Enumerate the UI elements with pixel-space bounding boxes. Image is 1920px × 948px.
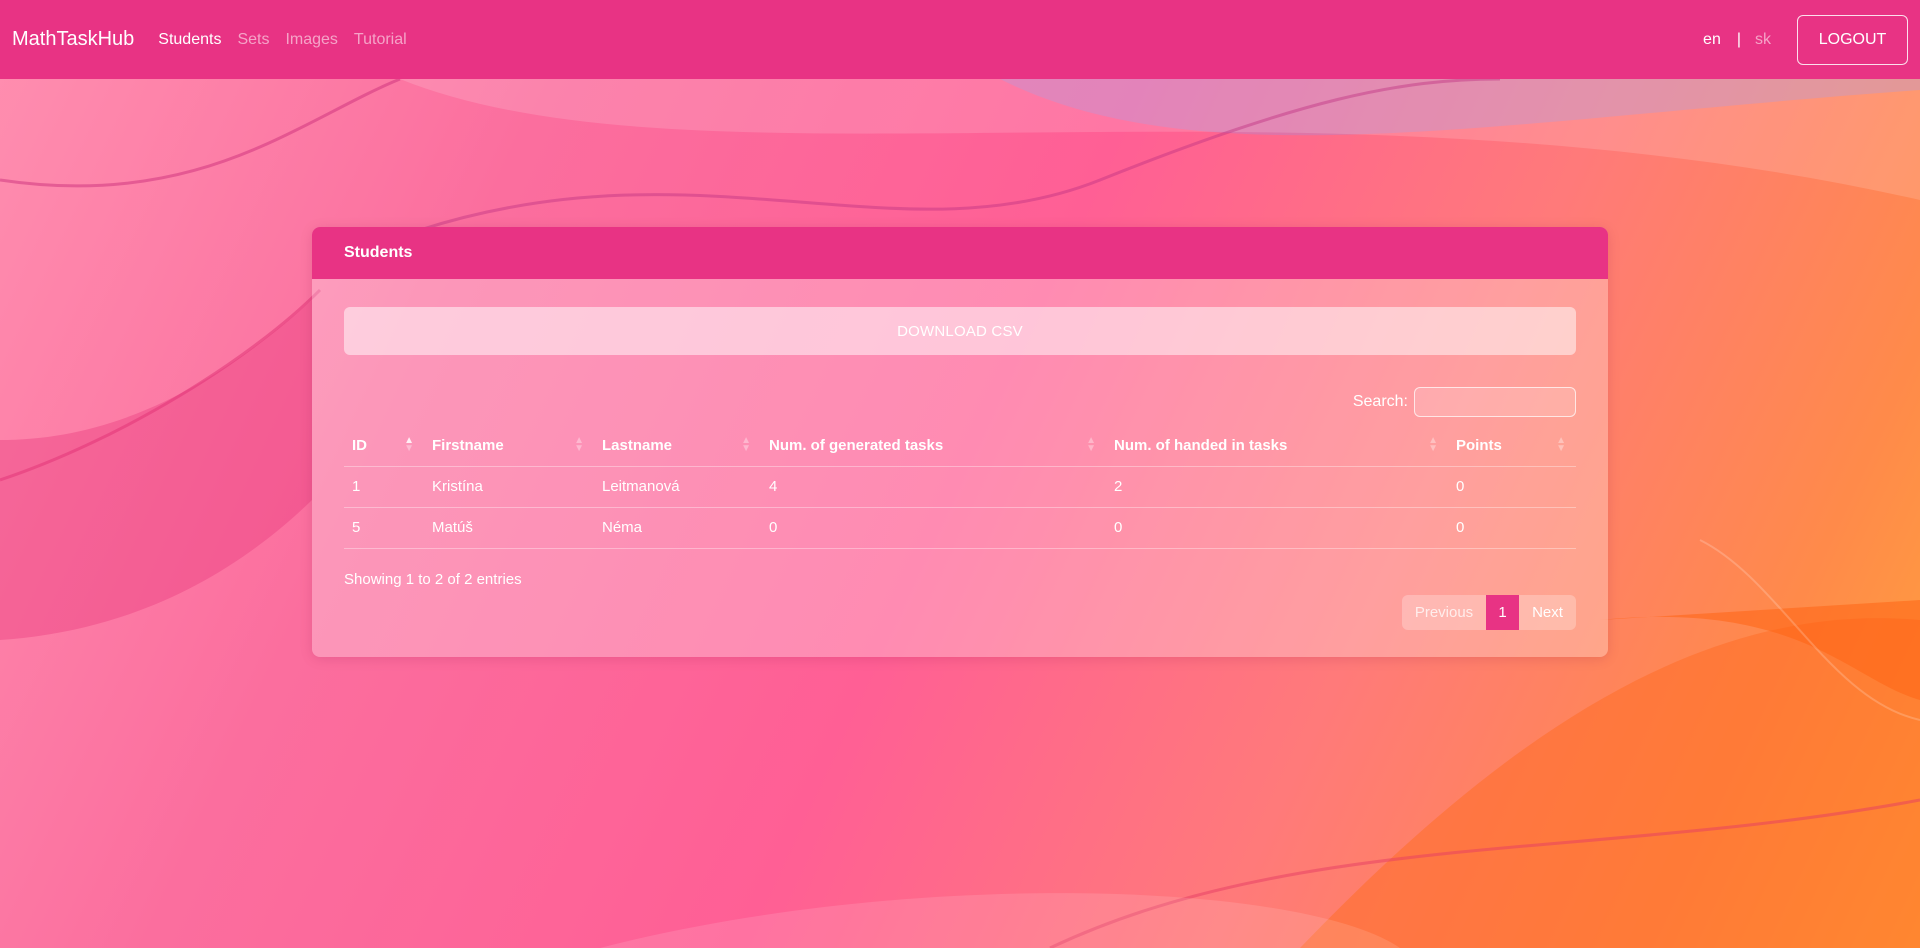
cell-generated-tasks: 4 xyxy=(761,466,1106,508)
pagination-previous-button[interactable]: Previous xyxy=(1402,595,1486,630)
table-row: 5 Matúš Néma 0 0 0 xyxy=(344,507,1576,549)
lang-sk[interactable]: sk xyxy=(1755,31,1771,49)
lang-en[interactable]: en xyxy=(1703,31,1721,49)
cell-handed-in-tasks: 2 xyxy=(1106,466,1448,508)
cell-id: 5 xyxy=(344,507,424,549)
top-navbar: MathTaskHub Students Sets Images Tutoria… xyxy=(0,0,1920,79)
nav-students[interactable]: Students xyxy=(158,31,221,49)
column-header-lastname[interactable]: Lastname ▲ ▼ xyxy=(594,425,761,467)
nav-tutorial[interactable]: Tutorial xyxy=(354,31,407,49)
entries-info: Showing 1 to 2 of 2 entries xyxy=(344,570,522,588)
cell-firstname: Matúš xyxy=(424,507,594,549)
students-table: ID ▲ ▼ Firstname ▲ ▼ Lastname ▲ ▼ Num. of g… xyxy=(344,425,1576,549)
search-label: Search: xyxy=(1352,393,1408,410)
cell-lastname: Leitmanová xyxy=(594,466,761,508)
brand-logo[interactable]: MathTaskHub xyxy=(12,28,134,51)
search-input[interactable] xyxy=(1414,387,1576,417)
column-label: ID xyxy=(352,436,367,454)
lang-separator: | xyxy=(1736,30,1741,48)
column-label: Firstname xyxy=(432,436,504,454)
table-row: 1 Kristína Leitmanová 4 2 0 xyxy=(344,466,1576,508)
download-csv-button[interactable]: DOWNLOAD CSV xyxy=(344,307,1576,355)
column-header-firstname[interactable]: Firstname ▲ ▼ xyxy=(424,425,594,467)
cell-firstname: Kristína xyxy=(424,466,594,508)
sort-icon: ▲ ▼ xyxy=(574,435,584,454)
pagination: Previous 1 Next xyxy=(1402,594,1576,630)
students-card: Students DOWNLOAD CSV Search: ID ▲ ▼ Firs… xyxy=(312,227,1608,657)
sort-icon: ▲ ▼ xyxy=(1428,435,1438,454)
sort-asc-icon: ▲ ▼ xyxy=(404,435,414,454)
card-body: DOWNLOAD CSV Search: ID ▲ ▼ Firstname ▲ ▼ xyxy=(312,307,1608,649)
sort-icon: ▲ ▼ xyxy=(1086,435,1096,454)
pagination-next-button[interactable]: Next xyxy=(1519,595,1576,630)
column-label: Num. of generated tasks xyxy=(769,436,944,454)
column-label: Lastname xyxy=(602,436,673,454)
column-header-points[interactable]: Points ▲ ▼ xyxy=(1448,425,1576,467)
pagination-page-1[interactable]: 1 xyxy=(1486,594,1519,630)
cell-points: 0 xyxy=(1448,507,1576,549)
table-header-row: ID ▲ ▼ Firstname ▲ ▼ Lastname ▲ ▼ Num. of g… xyxy=(344,425,1576,467)
column-header-id[interactable]: ID ▲ ▼ xyxy=(344,425,424,467)
nav-images[interactable]: Images xyxy=(285,31,337,49)
cell-generated-tasks: 0 xyxy=(761,507,1106,549)
nav-sets[interactable]: Sets xyxy=(237,31,269,49)
column-header-handed-in-tasks[interactable]: Num. of handed in tasks ▲ ▼ xyxy=(1106,425,1448,467)
table-footer: Showing 1 to 2 of 2 entries Previous 1 N… xyxy=(344,549,1576,649)
logout-button[interactable]: LOGOUT xyxy=(1797,14,1908,65)
search-row: Search: xyxy=(344,387,1576,417)
cell-handed-in-tasks: 0 xyxy=(1106,507,1448,549)
cell-id: 1 xyxy=(344,466,424,508)
cell-lastname: Néma xyxy=(594,507,761,549)
sort-icon: ▲ ▼ xyxy=(1556,435,1566,454)
column-label: Points xyxy=(1456,436,1502,454)
sort-icon: ▲ ▼ xyxy=(741,435,751,454)
column-header-generated-tasks[interactable]: Num. of generated tasks ▲ ▼ xyxy=(761,425,1106,467)
nav-right-group: en | sk LOGOUT xyxy=(1703,14,1908,65)
cell-points: 0 xyxy=(1448,466,1576,508)
column-label: Num. of handed in tasks xyxy=(1114,436,1288,454)
card-title: Students xyxy=(312,227,1608,279)
